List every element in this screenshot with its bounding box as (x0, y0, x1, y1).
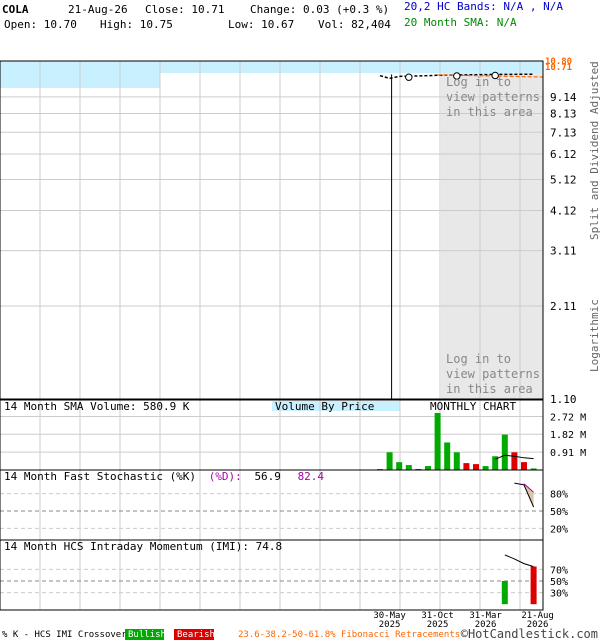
symbol: COLA (2, 3, 29, 16)
volume-bar (473, 464, 479, 470)
band-fill (160, 61, 543, 73)
date-tick-year: 2025 (427, 620, 449, 630)
low-value: Low: 10.67 (228, 18, 294, 31)
date-tick-year: 2025 (379, 620, 401, 630)
price-tick-label: 3.11 (550, 245, 577, 258)
log-scale-label: Logarithmic (588, 299, 600, 372)
stochastic-title: 14 Month Fast Stochastic (%K) (4, 470, 196, 483)
close-value: Close: 10.71 (145, 3, 224, 16)
price-y-axis: 9.14 8.13 7.13 6.12 5.12 4.12 3.11 2.11 1.10 (550, 91, 577, 406)
volume-y-axis: 2.72 M 1.82 M 0.91 M (550, 413, 586, 460)
login-top-line1: Log in to (446, 75, 511, 89)
copyright: ©HotCandlestick.com (461, 627, 598, 640)
momentum-tick-label: 70% (550, 565, 568, 576)
volume-by-price-label: Volume By Price (275, 400, 374, 413)
sma-legend: 20 Month SMA: N/A (404, 16, 517, 29)
momentum-y-axis: 70%50%30% (550, 565, 568, 599)
login-bottom-line2: view patterns (446, 367, 540, 381)
price-tick-label: 4.12 (550, 205, 577, 218)
login-shade (441, 73, 543, 399)
chart-stage: COLA 21-Aug-26 Close: 10.71 Change: 0.03… (0, 0, 600, 641)
fibonacci-legend: 23.6-38.2-50-61.8% Fibonacci Retracement… (238, 630, 460, 640)
high-value: High: 10.75 (100, 18, 173, 31)
date: 21-Aug-26 (68, 3, 128, 16)
volume-bar (396, 462, 403, 470)
top-price-label-2: 10.71 (545, 63, 572, 73)
volume-bar (453, 452, 460, 470)
stochastic-tick-label: 50% (550, 507, 568, 518)
login-bottom-line3: in this area (446, 382, 533, 396)
stochastic-tick-label: 80% (550, 490, 568, 501)
volume-bar (405, 465, 412, 470)
stochastic-d-label: (%D): (209, 470, 242, 483)
price-marker (405, 73, 413, 81)
volume-bar (425, 466, 431, 470)
price-tick-label: 6.12 (550, 148, 577, 161)
volume-tick-label: 2.72 M (550, 413, 586, 424)
change-value: Change: 0.03 (+0.3 %) (250, 3, 389, 16)
bullish-label: Bullish (128, 630, 166, 640)
price-tick-label: 9.14 (550, 91, 577, 104)
volume-bar (511, 452, 518, 470)
crossover-legend: % K - HCS IMI Crossover, (2, 630, 132, 640)
volume-value: Vol: 82,404 (318, 18, 391, 31)
open-value: Open: 10.70 (4, 18, 77, 31)
bands-legend: 20,2 HC Bands: N/A , N/A (404, 0, 563, 13)
volume-bar (386, 452, 393, 470)
stochastic-series (514, 482, 535, 508)
bullish-crossover-bar (501, 581, 508, 605)
price-tick-label: 2.11 (550, 300, 577, 313)
split-adjusted-label: Split and Dividend Adjusted (588, 61, 600, 240)
momentum-series (501, 554, 537, 605)
price-tick-label: 7.13 (550, 126, 577, 139)
login-bottom-line1: Log in to (446, 352, 511, 366)
stochastic-tick-label: 20% (550, 524, 568, 535)
momentum-line (504, 554, 534, 568)
login-top-line3: in this area (446, 105, 533, 119)
price-tick-label: 8.13 (550, 108, 577, 121)
volume-bar (463, 463, 470, 470)
volume-bar (444, 442, 451, 470)
stochastic-fill (514, 483, 534, 507)
volume-bar (501, 434, 508, 470)
volume-tick-label: 1.82 M (550, 430, 586, 441)
volume-panel-title: 14 Month SMA Volume: 580.9 K (4, 400, 190, 413)
stochastic-title-line: 14 Month Fast Stochastic (%K) (%D): 56.9… (4, 470, 324, 483)
stochastic-y-axis: 80% 50% 20% (550, 490, 568, 536)
volume-bar (521, 462, 527, 470)
chart-svg: COLA 21-Aug-26 Close: 10.71 Change: 0.03… (0, 0, 600, 641)
monthly-chart-label: MONTHLY CHART (430, 400, 516, 413)
momentum-panel-title: 14 Month HCS Intraday Momentum (IMI): 74… (4, 540, 282, 553)
stochastic-d-value: 82.4 (298, 470, 325, 483)
price-tick-label: 5.12 (550, 174, 577, 187)
momentum-tick-label: 30% (550, 589, 568, 600)
price-tick-label: 1.10 (550, 393, 577, 406)
stochastic-k-value: 56.9 (254, 470, 281, 483)
bearish-crossover-bar (530, 566, 537, 605)
momentum-tick-label: 50% (550, 577, 568, 588)
volume-bars (377, 412, 537, 470)
volume-bar (482, 466, 489, 470)
volume-tick-label: 0.91 M (550, 448, 586, 459)
volume-bar (434, 412, 441, 470)
login-top-line2: view patterns (446, 90, 540, 104)
bearish-label: Bearish (177, 630, 215, 640)
